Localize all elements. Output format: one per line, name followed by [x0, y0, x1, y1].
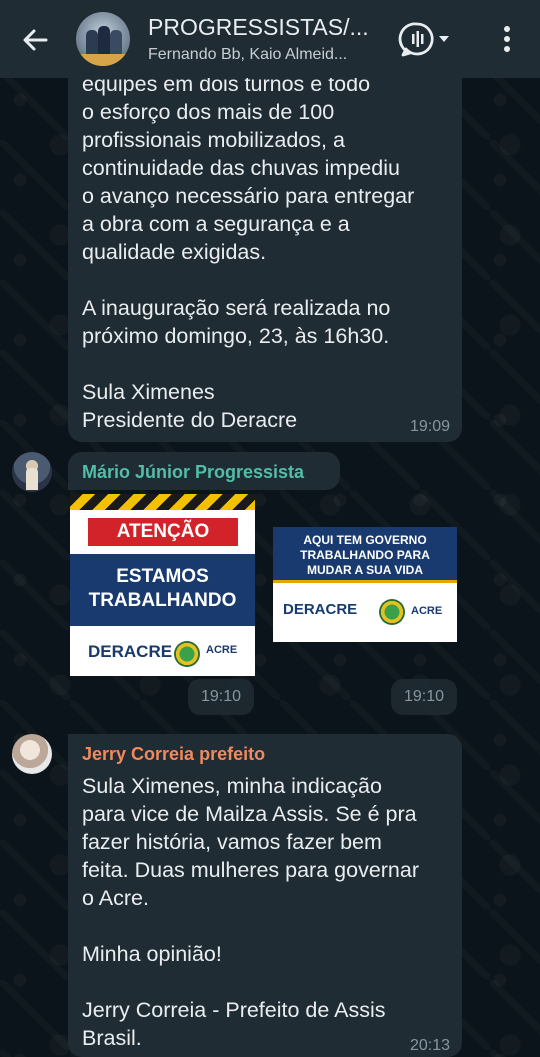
message-text: Sula Ximenes, minha indicação para vice …: [82, 774, 420, 1050]
message-time: 19:09: [409, 418, 450, 435]
more-vert-icon: [504, 26, 510, 52]
group-title[interactable]: PROGRESSISTAS/...: [148, 14, 388, 41]
acre-seal-icon: [174, 641, 200, 667]
back-arrow-icon: [23, 29, 48, 51]
call-icon: [398, 22, 449, 57]
image-logo-row: DERACRE ACRE: [70, 632, 255, 676]
image-time: 19:10: [188, 679, 254, 715]
image-text-line: TRABALHANDO PARA: [300, 548, 430, 562]
message-time: 20:13: [409, 1037, 450, 1054]
message-text: equipes em dois turnos e todo o esforço …: [82, 72, 415, 432]
sender-name: Mário Júnior Progressista: [82, 462, 305, 482]
call-button[interactable]: [398, 20, 456, 58]
acre-seal-icon: [379, 599, 405, 625]
message-bubble[interactable]: Jerry Correia prefeito Sula Ximenes, min…: [68, 734, 462, 1057]
acre-label: ACRE: [206, 644, 238, 656]
back-button[interactable]: [16, 20, 56, 60]
warning-stripes: [70, 494, 255, 510]
group-members[interactable]: Fernando Bb, Kaio Almeid...: [148, 46, 388, 64]
image-text-line: MUDAR A SUA VIDA: [307, 563, 423, 577]
message-bubble[interactable]: equipes em dois turnos e todo o esforço …: [68, 40, 462, 442]
sender-name-bubble: Mário Júnior Progressista: [68, 452, 340, 490]
image-banner-text: ATENÇÃO: [88, 518, 238, 546]
sender-avatar[interactable]: [12, 734, 52, 774]
chat-header: PROGRESSISTAS/... Fernando Bb, Kaio Alme…: [0, 0, 540, 78]
more-options-button[interactable]: [492, 20, 522, 58]
image-header: AQUI TEM GOVERNO TRABALHANDO PARA MUDAR …: [273, 527, 457, 583]
image-blue-band: ESTAMOS TRABALHANDO: [70, 554, 255, 626]
deracre-logo: DERACRE: [88, 642, 173, 661]
image-text-line: TRABALHANDO: [88, 590, 237, 611]
acre-label: ACRE: [411, 605, 443, 617]
image-text-line: ESTAMOS: [116, 566, 209, 587]
sender-name: Jerry Correia prefeito: [82, 744, 266, 764]
image-attachment[interactable]: AQUI TEM GOVERNO TRABALHANDO PARA MUDAR …: [273, 527, 457, 642]
image-attachment[interactable]: ATENÇÃO ESTAMOS TRABALHANDO DERACRE ACRE: [70, 494, 255, 676]
image-text-line: AQUI TEM GOVERNO: [303, 533, 427, 547]
group-avatar[interactable]: [76, 12, 130, 66]
image-time: 19:10: [391, 679, 457, 715]
sender-avatar[interactable]: [12, 452, 52, 492]
deracre-logo: DERACRE: [283, 601, 358, 618]
